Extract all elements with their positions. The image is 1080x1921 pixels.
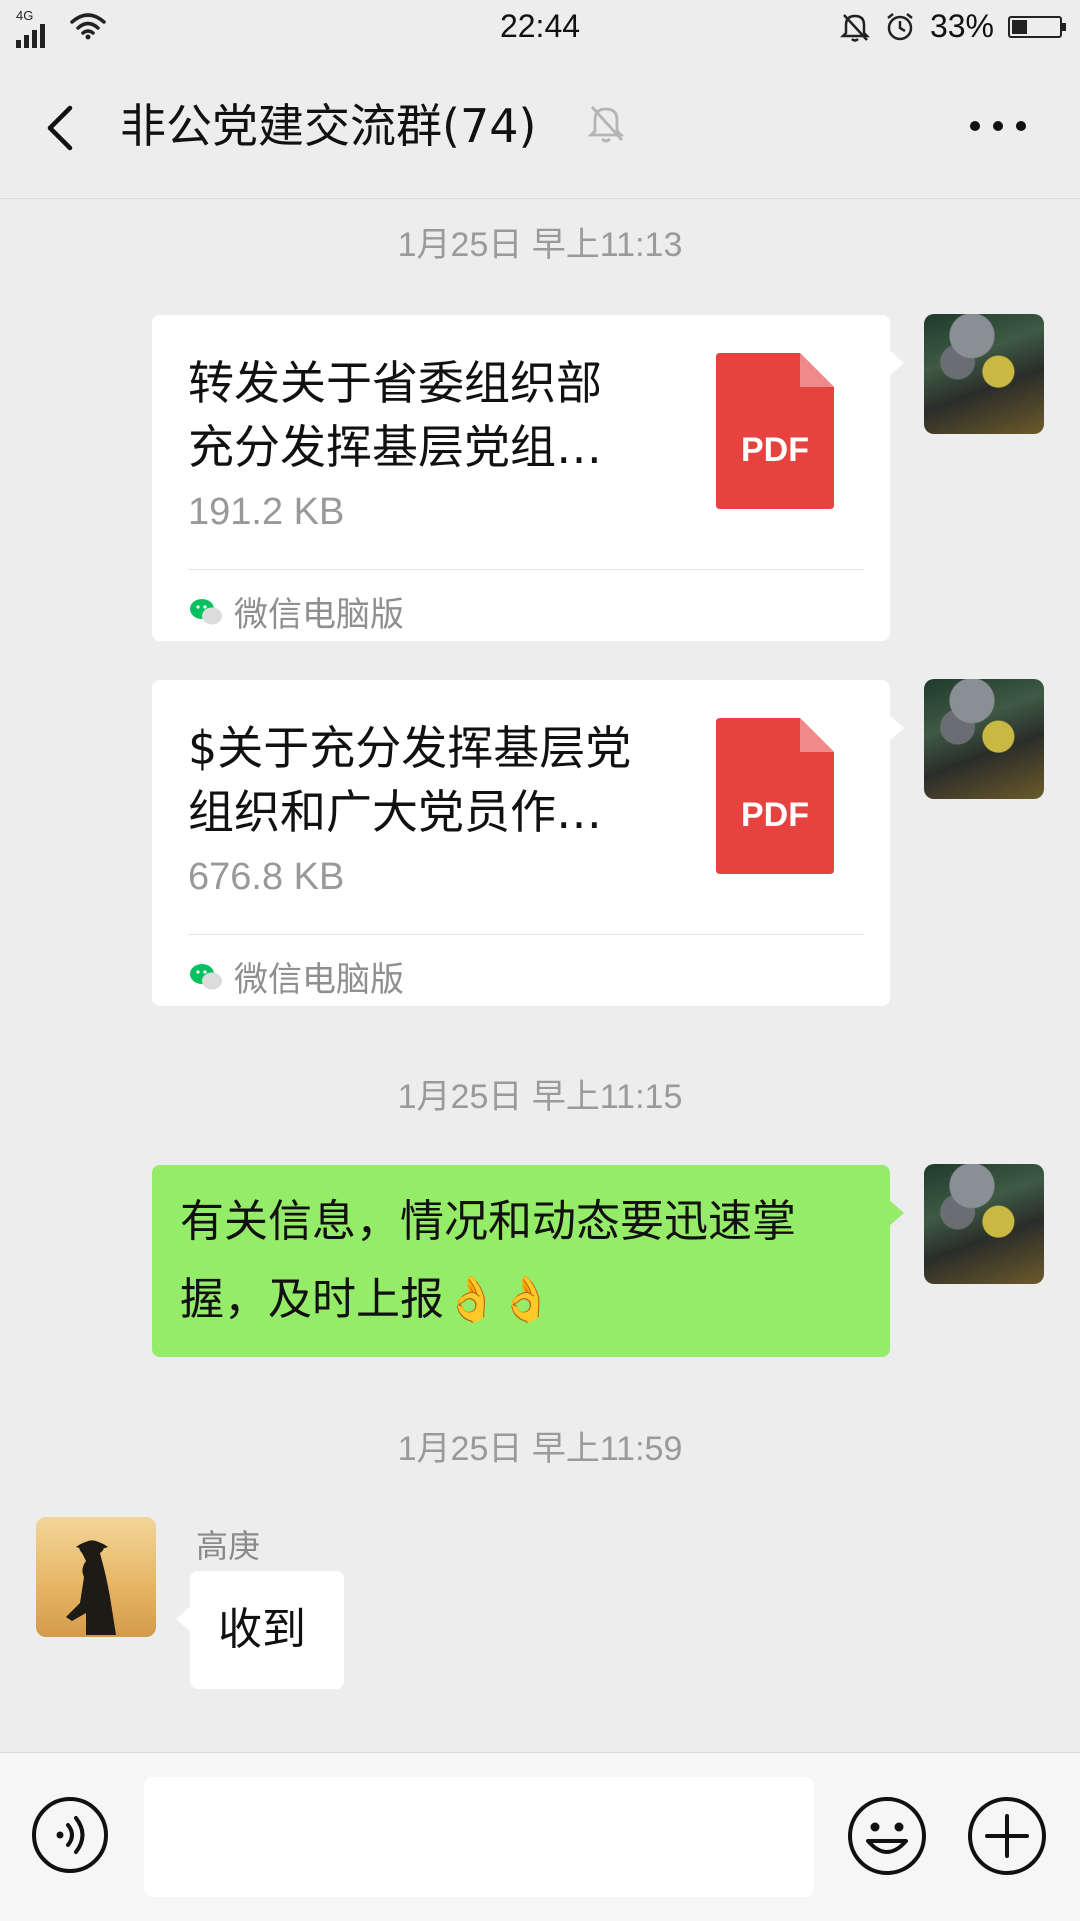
- wechat-logo-icon: [190, 963, 222, 989]
- message-text: 有关信息，情况和动态要迅速掌握，及时上报👌👌: [180, 1196, 796, 1325]
- input-bar: [0, 1752, 1080, 1921]
- bell-muted-icon: [587, 106, 625, 143]
- file-size: 676.8 KB: [188, 856, 345, 898]
- pdf-label: PDF: [741, 431, 809, 469]
- bubble-tail: [888, 349, 904, 377]
- pdf-file-icon: PDF: [716, 718, 834, 874]
- sender-name: 高庚: [196, 1527, 261, 1565]
- message-text: 收到: [218, 1604, 306, 1655]
- silhouette-figure-icon: [66, 1540, 116, 1635]
- file-size: 191.2 KB: [188, 491, 345, 533]
- self-avatar[interactable]: [924, 679, 1044, 799]
- message-input[interactable]: [144, 1777, 814, 1897]
- file-source: 微信电脑版: [188, 587, 404, 636]
- voice-icon[interactable]: [30, 1795, 110, 1875]
- message-timestamp: 1月25日 早上11:13: [397, 226, 683, 264]
- file-name: $关于充分发挥基层党 组织和广大党员作…: [188, 721, 632, 839]
- pdf-file-icon: PDF: [716, 353, 834, 509]
- self-avatar[interactable]: [924, 1164, 1044, 1284]
- chat-title: 非公党建交流群(74): [120, 99, 537, 153]
- file-divider: [188, 934, 864, 935]
- bubble-tail: [888, 1199, 904, 1227]
- battery-percent: 33%: [929, 8, 994, 44]
- file-divider: [188, 569, 864, 570]
- text-message-bubble[interactable]: 有关信息，情况和动态要迅速掌握，及时上报👌👌: [152, 1165, 904, 1357]
- file-source-label: 微信电脑版: [234, 595, 404, 635]
- pdf-label: PDF: [741, 796, 809, 834]
- message-timestamp: 1月25日 早上11:15: [397, 1078, 683, 1116]
- bubble-tail: [888, 714, 904, 742]
- chat-messages[interactable]: 1月25日 早上11:13 转发关于省委组织部 充分发挥基层党组… 191.2 …: [0, 199, 1080, 1752]
- text-message-bubble[interactable]: 收到: [176, 1571, 344, 1689]
- battery-icon: [1008, 15, 1066, 38]
- back-arrow-icon[interactable]: [38, 98, 84, 158]
- alarm-muted-icon: [839, 13, 870, 42]
- alarm-clock-icon: [887, 12, 913, 40]
- status-bar: 4G 22:44 33%: [0, 0, 1080, 56]
- bubble-tail: [176, 1605, 192, 1633]
- battery-level: [1012, 19, 1028, 34]
- chat-header: 非公党建交流群(74): [0, 56, 1080, 199]
- sender-avatar[interactable]: [36, 1517, 156, 1637]
- file-message-bubble[interactable]: $关于充分发挥基层党 组织和广大党员作… 676.8 KB PDF 微信电脑版: [152, 680, 904, 1006]
- file-message-bubble[interactable]: 转发关于省委组织部 充分发挥基层党组… 191.2 KB PDF 微信电脑版: [152, 315, 904, 641]
- plus-icon[interactable]: [966, 1795, 1048, 1877]
- self-avatar[interactable]: [924, 314, 1044, 434]
- file-source: 微信电脑版: [188, 952, 404, 1001]
- status-right-group: 33%: [839, 8, 1066, 45]
- more-dots-icon[interactable]: [970, 114, 1026, 138]
- file-source-label: 微信电脑版: [234, 960, 404, 1000]
- file-name: 转发关于省委组织部 充分发挥基层党组…: [188, 356, 602, 474]
- message-timestamp: 1月25日 早上11:59: [397, 1430, 683, 1468]
- wechat-logo-icon: [190, 598, 222, 624]
- emoji-icon[interactable]: [846, 1795, 928, 1877]
